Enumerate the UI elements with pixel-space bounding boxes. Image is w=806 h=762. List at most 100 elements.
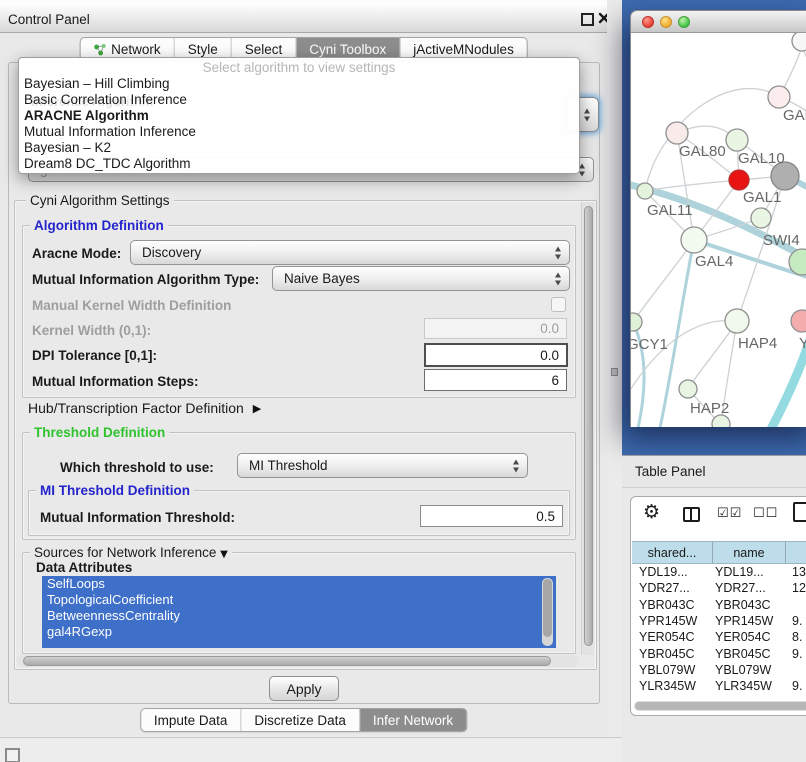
network-window-titlebar[interactable] (630, 10, 806, 33)
settings-vertical-scrollbar[interactable] (581, 202, 594, 655)
columns-icon[interactable] (683, 507, 700, 522)
node-label-gal4: GAL4 (695, 253, 733, 270)
minimize-traffic-light-icon[interactable] (660, 16, 672, 28)
attributes-scrollbar[interactable] (542, 578, 553, 646)
network-canvas[interactable]: GALGAL80GAL10GAL1GAL11SWI4GAL4GCY1HAP4YH… (630, 33, 806, 427)
network-node[interactable] (768, 86, 790, 108)
splitter-handle[interactable] (611, 368, 618, 376)
attribute-item-topologicalcoefficient[interactable]: TopologicalCoefficient (42, 592, 556, 608)
network-icon (93, 43, 106, 56)
algorithm-option-bayesian-hill-climbing[interactable]: Bayesian – Hill Climbing (24, 76, 575, 92)
control-panel-titlebar[interactable]: Control Panel (0, 6, 607, 33)
cyni-settings-title: Cyni Algorithm Settings (26, 193, 174, 208)
tab-label: jActiveMNodules (413, 42, 514, 57)
settings-horizontal-scrollbar[interactable] (17, 655, 579, 667)
expanded-arrow-icon[interactable]: ▼ (220, 549, 228, 560)
data-attributes-label: Data Attributes (36, 560, 132, 575)
hub-definition-section[interactable]: Hub/Transcription Factor Definition ▶ (28, 400, 261, 416)
minimized-panel-icon[interactable] (5, 748, 20, 762)
scrollbar-thumb[interactable] (584, 206, 593, 646)
network-edge[interactable] (645, 180, 739, 191)
attribute-item-selfloops[interactable]: SelfLoops (42, 576, 556, 592)
scrollbar-thumb[interactable] (635, 702, 806, 710)
apply-button[interactable]: Apply (269, 676, 339, 701)
table-row[interactable]: YER054CYER054C8. (632, 629, 806, 645)
close-traffic-light-icon[interactable] (642, 16, 654, 28)
table-row[interactable]: YPR145WYPR145W9. (632, 613, 806, 629)
node-label-gal: GAL (783, 107, 806, 124)
scrollbar-thumb[interactable] (543, 579, 552, 637)
network-view-window[interactable]: GALGAL80GAL10GAL1GAL11SWI4GAL4GCY1HAP4YH… (630, 10, 806, 427)
network-node-gal10[interactable] (726, 129, 748, 151)
collapsed-arrow-icon[interactable]: ▶ (253, 402, 261, 415)
tab-discretize-data[interactable]: Discretize Data (240, 709, 359, 731)
column-header-name[interactable]: name (713, 541, 786, 564)
table-cell: YLR345W (632, 679, 713, 693)
network-node[interactable] (729, 170, 749, 190)
network-node-gal11[interactable] (637, 183, 653, 199)
node-label-hap2: HAP2 (690, 400, 729, 417)
scrollbar-thumb[interactable] (23, 656, 551, 666)
network-graph[interactable]: GALGAL80GAL10GAL1GAL11SWI4GAL4GCY1HAP4YH… (631, 33, 806, 427)
mi-threshold-field[interactable]: 0.5 (420, 505, 563, 527)
attribute-item-gal4rgexp[interactable]: gal4RGexp (42, 624, 556, 640)
table-row[interactable]: YBL079WYBL079W (632, 662, 806, 678)
table-panel-titlebar[interactable]: Table Panel (622, 455, 806, 488)
table-row[interactable]: YDR27...YDR27...12 (632, 580, 806, 596)
mi-type-combo[interactable]: Naive Bayes (272, 266, 570, 291)
network-node-gcy1[interactable] (631, 313, 642, 331)
float-window-icon[interactable] (581, 13, 594, 26)
column-header-a[interactable]: A (786, 541, 806, 564)
select-all-icon[interactable]: ☑☑ (717, 506, 742, 521)
network-node-gal1[interactable] (751, 208, 771, 228)
table-cell: YDL19... (713, 565, 786, 579)
table-row[interactable]: YLR345WYLR345W9. (632, 678, 806, 694)
network-node-hap4[interactable] (725, 309, 749, 333)
table-cell: YDR27... (713, 581, 786, 595)
table-horizontal-scrollbar[interactable] (634, 701, 806, 711)
table-row[interactable]: YIL052CYIL052C9. (632, 694, 806, 697)
network-edge[interactable] (659, 240, 694, 427)
mi-steps-value: 6 (551, 373, 559, 388)
manual-kernel-checkbox[interactable] (551, 297, 566, 312)
which-threshold-combo[interactable]: MI Threshold (237, 453, 528, 478)
aracne-mode-combo[interactable]: Discovery (130, 240, 570, 265)
attribute-item-betweennesscentrality[interactable]: BetweennessCentrality (42, 608, 556, 624)
table-cell: 13 (786, 565, 806, 579)
network-node-gal4[interactable] (681, 227, 707, 253)
deselect-all-icon[interactable]: ☐☐ (753, 506, 778, 521)
panel-splitter[interactable] (607, 0, 622, 762)
table-cell: YBR043C (713, 598, 786, 612)
data-attributes-list[interactable]: SelfLoopsTopologicalCoefficientBetweenne… (42, 576, 556, 648)
sources-title-wrap[interactable]: Sources for Network Inference ▼ (30, 545, 232, 560)
network-edge[interactable] (802, 47, 806, 88)
column-header-shared[interactable]: shared... (632, 541, 713, 564)
algorithm-option-dream8-dc-tdc-algorithm[interactable]: Dream8 DC_TDC Algorithm (24, 156, 575, 172)
kernel-width-field[interactable]: 0.0 (424, 318, 567, 339)
bottom-dock-strip (0, 737, 622, 762)
gear-icon[interactable]: ⚙ (643, 501, 660, 523)
algorithm-option-bayesian-k2[interactable]: Bayesian – K2 (24, 140, 575, 156)
algorithm-option-basic-correlation-inference[interactable]: Basic Correlation Inference (24, 92, 575, 108)
network-node-gal80[interactable] (666, 122, 688, 144)
table-row[interactable]: YBR045CYBR045C9. (632, 645, 806, 661)
network-node-y[interactable] (791, 310, 806, 332)
table-cell: YIL052C (632, 696, 713, 697)
mi-steps-field[interactable]: 6 (424, 369, 567, 391)
network-node[interactable] (792, 33, 806, 51)
which-threshold-value: MI Threshold (249, 458, 328, 473)
network-edge[interactable] (633, 240, 694, 322)
algorithm-option-aracne-algorithm[interactable]: ARACNE Algorithm (24, 108, 575, 124)
zoom-traffic-light-icon[interactable] (678, 16, 690, 28)
network-node-hap2[interactable] (679, 380, 697, 398)
algorithm-option-mutual-information-inference[interactable]: Mutual Information Inference (24, 124, 575, 140)
network-edge[interactable] (645, 89, 779, 191)
table-row[interactable]: YDL19...YDL19...13 (632, 564, 806, 580)
tab-impute-data[interactable]: Impute Data (141, 709, 241, 731)
dpi-tolerance-field[interactable]: 0.0 (424, 343, 568, 367)
tab-infer-network[interactable]: Infer Network (359, 709, 466, 731)
page-icon[interactable] (793, 502, 806, 522)
table-row[interactable]: YBR043CYBR043C (632, 597, 806, 613)
table-cell: 9. (786, 647, 806, 661)
node-label-gal11: GAL11 (647, 202, 693, 219)
